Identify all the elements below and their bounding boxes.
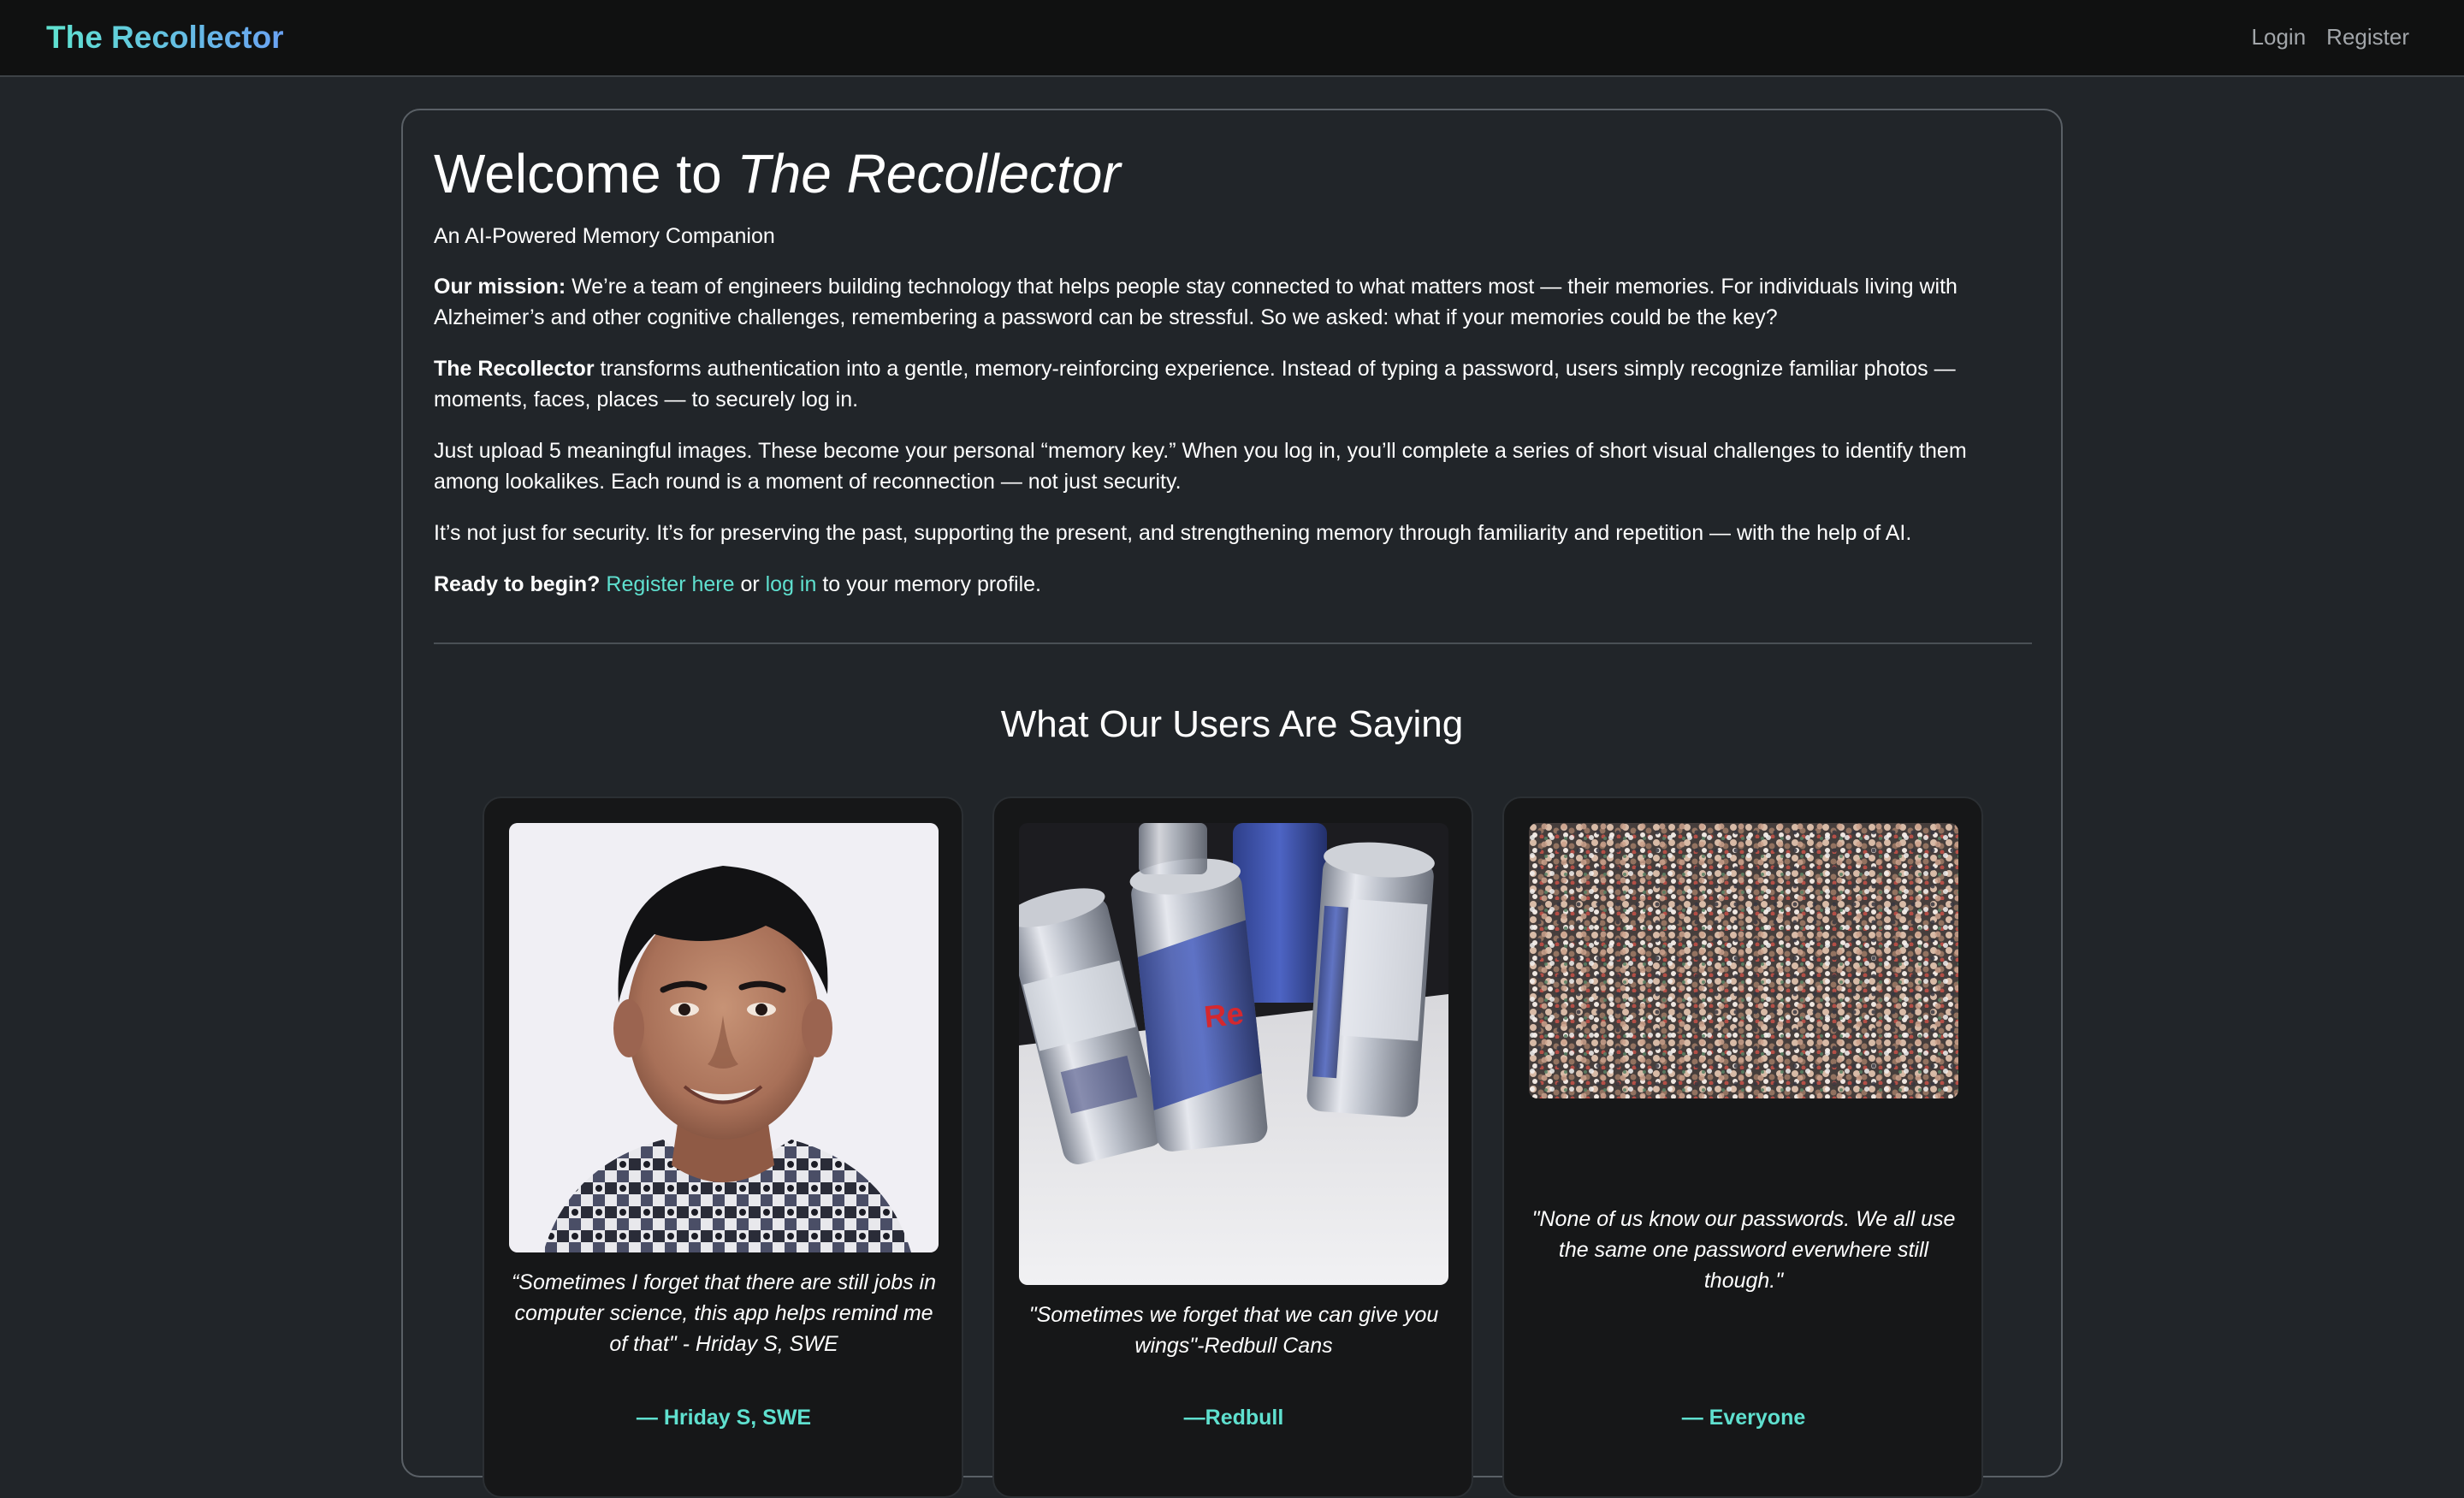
welcome-card: Welcome to The Recollector An AI-Powered… xyxy=(401,109,2063,1498)
testimonial-author: — Everyone xyxy=(1681,1406,1806,1430)
section-divider xyxy=(434,642,2032,644)
cta-or: or xyxy=(734,572,766,596)
security-paragraph: It’s not just for security. It’s for pre… xyxy=(434,521,1912,545)
cta-label: Ready to begin? xyxy=(434,572,601,596)
page-subtitle: An AI-Powered Memory Companion xyxy=(434,224,775,248)
title-app-name: The Recollector xyxy=(737,143,1121,204)
testimonial-card: “Sometimes I forget that there are still… xyxy=(483,796,963,1498)
navbar: The Recollector Login Register xyxy=(0,0,2464,77)
brand-logo-link[interactable]: The Recollector xyxy=(46,15,284,60)
cta-paragraph: Ready to begin? Register here or log in … xyxy=(434,569,2034,600)
svg-text:Re: Re xyxy=(1202,995,1245,1034)
cta-suffix: to your memory profile. xyxy=(816,572,1041,596)
testimonial-photo-crowd xyxy=(1529,823,1958,1098)
testimonial-card: "None of us know our passwords. We all u… xyxy=(1502,796,1983,1498)
mission-label: Our mission: xyxy=(434,275,566,299)
register-here-link[interactable]: Register here xyxy=(606,572,734,596)
testimonial-photo-person xyxy=(509,823,939,1252)
about-text: transforms authentication into a gentle,… xyxy=(434,357,1956,412)
testimonials-row: “Sometimes I forget that there are still… xyxy=(483,796,1988,1498)
testimonial-quote: “Sometimes I forget that there are still… xyxy=(511,1270,937,1356)
log-in-link[interactable]: log in xyxy=(766,572,817,596)
testimonial-author: — Hriday S, SWE xyxy=(636,1406,812,1430)
testimonial-author: —Redbull xyxy=(1183,1406,1284,1430)
testimonial-quote: "None of us know our passwords. We all u… xyxy=(1531,1207,1956,1293)
nav-links: Login Register xyxy=(2252,21,2409,52)
testimonial-quote: "Sometimes we forget that we can give yo… xyxy=(1028,1303,1439,1358)
title-prefix: Welcome to xyxy=(434,143,737,204)
testimonial-photo-cans: Re xyxy=(1019,823,1448,1285)
nav-register-link[interactable]: Register xyxy=(2326,21,2409,52)
testimonials-heading: What Our Users Are Saying xyxy=(1000,703,1464,745)
page-title: Welcome to The Recollector xyxy=(434,141,2030,206)
about-paragraph: The Recollector transforms authenticatio… xyxy=(434,353,2034,415)
nav-login-link[interactable]: Login xyxy=(2252,21,2307,52)
about-label: The Recollector xyxy=(434,357,595,381)
upload-paragraph: Just upload 5 meaningful images. These b… xyxy=(434,439,1967,494)
mission-text: We’re a team of engineers building techn… xyxy=(434,275,1958,329)
testimonial-card: Re "Sometimes we forget that we can give… xyxy=(992,796,1473,1498)
mission-paragraph: Our mission: We’re a team of engineers b… xyxy=(434,271,2034,333)
